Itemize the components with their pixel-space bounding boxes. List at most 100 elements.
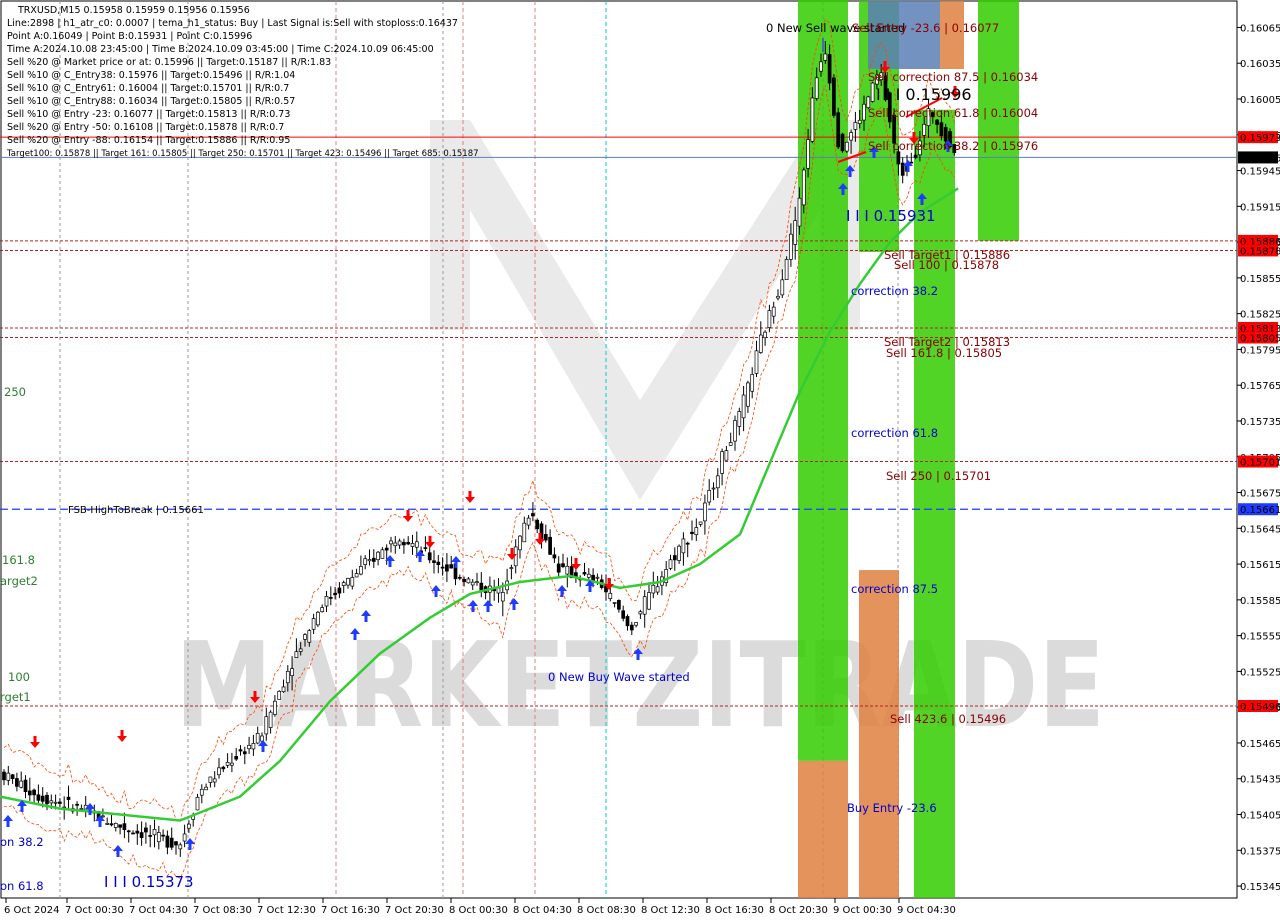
- price-tick-label: 0.15615: [1240, 560, 1280, 571]
- candle-body: [789, 233, 793, 260]
- candle-body: [767, 310, 772, 329]
- candle-body: [685, 542, 690, 545]
- candle-body: [797, 197, 802, 227]
- time-tick-label: 8 Oct 04:30: [513, 905, 572, 916]
- candle-body: [393, 542, 398, 547]
- candle-body: [234, 756, 239, 760]
- candle-body: [195, 796, 200, 811]
- candle-body: [608, 592, 613, 599]
- time-tick-label: 8 Oct 20:30: [769, 905, 828, 916]
- level-label-sell-1618: Sell 161.8 | 0.15805: [886, 346, 1002, 360]
- candle-body: [371, 557, 376, 562]
- candle-body: [586, 573, 591, 578]
- time-tick-label: 8 Oct 16:30: [705, 905, 764, 916]
- candle-body: [165, 835, 170, 848]
- candle-body: [427, 552, 432, 561]
- level-label-corr-382: correction 38.2: [851, 284, 938, 298]
- candle-body: [363, 558, 368, 565]
- price-tick-label: 0.15765: [1240, 381, 1280, 392]
- candle-body: [535, 519, 540, 530]
- candle-body: [156, 832, 161, 843]
- entry-box-blue: [868, 1, 940, 69]
- candle-body: [870, 82, 875, 102]
- candle-body: [36, 794, 41, 801]
- candle-body: [754, 350, 759, 374]
- candle-body: [810, 97, 815, 142]
- candle-body: [763, 331, 767, 339]
- candle-body: [638, 611, 643, 615]
- candle-body: [479, 582, 484, 592]
- info-line-sell-e50: Sell %20 @ Entry -50: 0.16108 || Target:…: [7, 122, 284, 133]
- price-tick-label: 0.15795: [1240, 345, 1280, 356]
- candle-body: [376, 551, 380, 561]
- candle-body: [346, 578, 350, 586]
- candle-body: [857, 119, 862, 124]
- time-tick-label: 7 Oct 20:30: [385, 905, 444, 916]
- price-tick-label: 0.15645: [1240, 524, 1280, 535]
- candle-body: [707, 490, 712, 503]
- entry-box-orange: [940, 1, 964, 69]
- candle-body: [466, 578, 471, 584]
- candle-body: [139, 832, 144, 838]
- candle-body: [432, 560, 436, 563]
- time-tick-label: 9 Oct 04:30: [897, 905, 956, 916]
- candle-body: [561, 563, 565, 568]
- candle-body: [242, 751, 247, 755]
- candle-body: [724, 450, 729, 461]
- candle-body: [6, 772, 11, 781]
- candle-body: [728, 442, 733, 446]
- candle-body: [337, 587, 342, 594]
- candle-body: [900, 162, 905, 176]
- candle-body: [711, 487, 716, 490]
- level-label-corr-618: correction 61.8: [851, 426, 938, 440]
- candle-body: [294, 651, 299, 658]
- candle-body: [212, 778, 217, 783]
- orange-zone-1: [798, 760, 848, 898]
- candle-body: [522, 522, 527, 543]
- green-zone-3: [914, 109, 955, 898]
- price-tick-label: 0.15735: [1240, 417, 1280, 428]
- candle-body: [32, 789, 36, 796]
- price-tick-label: 0.16005: [1240, 95, 1280, 106]
- candle-body: [896, 151, 901, 165]
- candle-body: [350, 577, 355, 587]
- candle-body: [113, 823, 118, 828]
- trading-chart[interactable]: MARKETZITRADE 0 New Sell wave started Se…: [0, 0, 1280, 920]
- candle-body: [690, 531, 694, 534]
- candle-body: [367, 559, 372, 562]
- candle-body: [625, 616, 630, 627]
- candle-body: [359, 566, 363, 575]
- candle-body: [290, 668, 294, 676]
- candle-body: [677, 545, 681, 561]
- price-tick-label: 0.15555: [1240, 632, 1280, 643]
- candle-body: [651, 584, 656, 594]
- info-line-status: Line:2898 | h1_atr_c0: 0.0007 | tema_h1_…: [7, 18, 458, 29]
- level-label-point-b: I I I 0.15931: [846, 207, 936, 225]
- candle-body: [66, 796, 71, 800]
- price-tick-label: 0.16065: [1240, 23, 1280, 34]
- info-line-sell-c88: Sell %10 @ C_Entry88: 0.16034 || Target:…: [7, 96, 295, 107]
- candle-body: [406, 541, 411, 545]
- candle-body: [311, 618, 316, 630]
- candle-body: [152, 828, 157, 836]
- candle-body: [440, 566, 445, 569]
- info-line-targets: Target100: 0.15878 || Target 161: 0.1580…: [6, 149, 479, 159]
- candle-body: [750, 374, 755, 392]
- candle-body: [832, 77, 836, 116]
- candle-body: [694, 527, 699, 536]
- level-label-sell-entry-23: Sell Entry -23.6 | 0.16077: [852, 21, 999, 35]
- candle-body: [27, 790, 32, 796]
- candle-body: [217, 767, 221, 776]
- time-tick-label: 7 Oct 12:30: [257, 905, 316, 916]
- candle-body: [939, 122, 944, 137]
- candle-body: [15, 778, 19, 787]
- candle-body: [720, 451, 724, 474]
- price-tick-label: 0.15915: [1240, 202, 1280, 213]
- candle-body: [840, 133, 845, 152]
- candle-body: [79, 808, 84, 810]
- candle-body: [470, 581, 475, 586]
- candle-body: [161, 834, 165, 837]
- candle-body: [131, 832, 135, 835]
- candle-body: [221, 766, 226, 770]
- candle-body: [642, 596, 647, 615]
